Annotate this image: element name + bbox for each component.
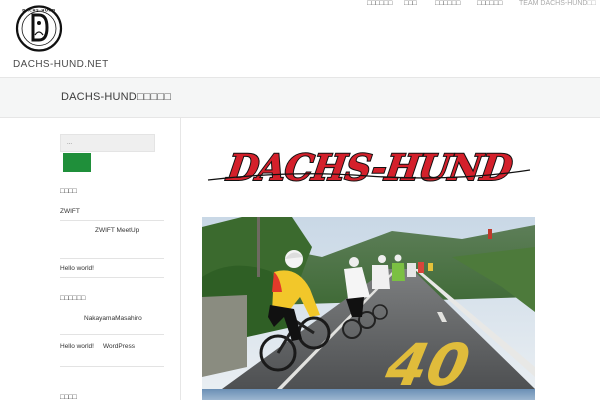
- sidebar-link-zwift[interactable]: ZWIFT: [60, 208, 80, 215]
- nav-item-team-dachs-hund[interactable]: TEAM DACHS-HUND□□: [519, 0, 596, 7]
- sidebar-divider-line: [60, 258, 164, 259]
- sidebar-link-zwift-meetup[interactable]: ZWIFT MeetUp: [95, 227, 139, 234]
- second-photo-preview: [202, 389, 535, 400]
- sidebar-link-hello-world-comment[interactable]: Hello world!: [60, 343, 94, 350]
- sidebar-heading-recent-posts: □□□□: [60, 188, 77, 195]
- nav-item-3[interactable]: □□□□□□: [435, 0, 460, 7]
- sidebar-link-comment-author[interactable]: NakayamaMasahiro: [84, 315, 142, 322]
- sidebar-divider-line: [60, 277, 164, 278]
- site-header: DACHS-HUND DACHS-HUND.NET □□□□□□ □□□ □□□…: [0, 0, 600, 78]
- banner-logo-text: DACHS-HUND: [224, 146, 516, 189]
- nav-item-2[interactable]: □□□: [404, 0, 417, 7]
- sidebar-divider-line: [60, 220, 164, 221]
- search-button[interactable]: [63, 153, 91, 172]
- sidebar-heading-archives: □□□□: [60, 394, 77, 400]
- sidebar-link-wordpress[interactable]: WordPress: [103, 343, 135, 350]
- nav-item-1[interactable]: □□□□□□: [367, 0, 392, 7]
- sidebar-heading-recent-comments: □□□□□□: [60, 295, 86, 302]
- nav-item-4[interactable]: □□□□□□: [477, 0, 502, 7]
- sidebar-divider-line: [60, 334, 164, 335]
- sidebar-link-hello-world[interactable]: Hello world!: [60, 265, 94, 272]
- cyclists-photo: 40: [202, 217, 535, 389]
- search-input[interactable]: [60, 134, 155, 152]
- page-title: DACHS-HUND□□□□□: [61, 91, 172, 103]
- sidebar-divider: [180, 118, 181, 400]
- page-title-band: DACHS-HUND□□□□□: [0, 78, 600, 118]
- dachs-hund-banner: DACHS-HUND: [202, 136, 535, 211]
- site-title[interactable]: DACHS-HUND.NET: [13, 59, 109, 70]
- svg-text:DACHS-HUND: DACHS-HUND: [22, 9, 55, 13]
- site-logo[interactable]: DACHS-HUND: [13, 5, 65, 52]
- sidebar-divider-line: [60, 366, 164, 367]
